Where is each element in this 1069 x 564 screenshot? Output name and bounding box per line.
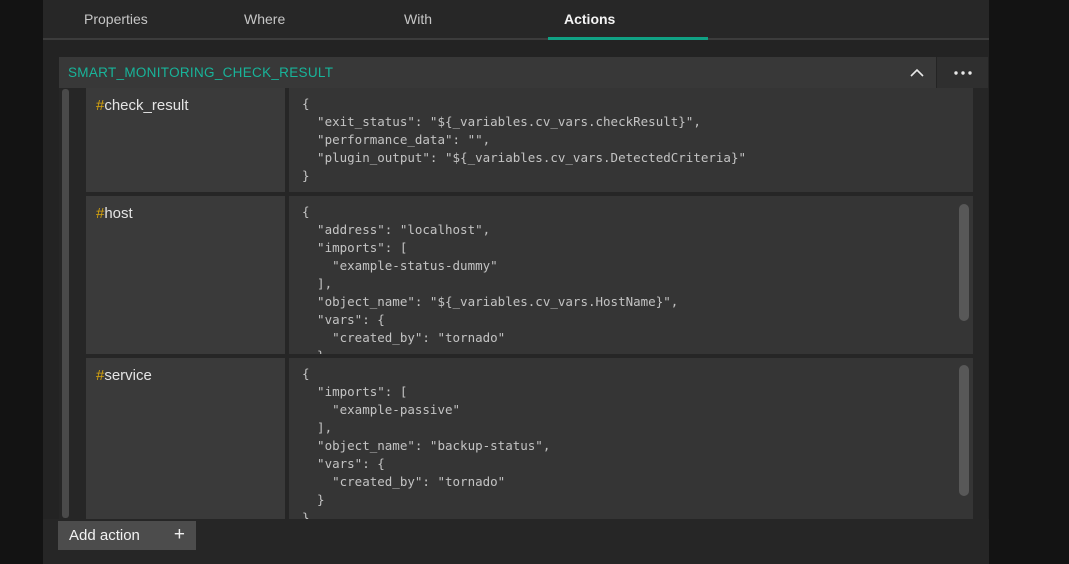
chevron-up-icon (909, 68, 925, 78)
collapse-button[interactable] (898, 57, 936, 88)
tab-with-label: With (404, 11, 432, 27)
tab-properties-label: Properties (84, 11, 148, 27)
json-code: { "address": "localhost", "imports": [ "… (302, 203, 949, 354)
action-row-service: #service { "imports": [ "example-passive… (86, 358, 973, 519)
tab-with[interactable]: With (388, 0, 548, 38)
json-editor-check-result[interactable]: { "exit_status": "${_variables.cv_vars.c… (289, 88, 973, 192)
tab-actions[interactable]: Actions (548, 0, 708, 38)
tab-properties[interactable]: Properties (68, 0, 228, 38)
action-row-check-result: #check_result { "exit_status": "${_varia… (86, 88, 973, 192)
field-name: service (104, 367, 152, 384)
add-action-label: Add action (69, 527, 140, 544)
field-label-check-result: #check_result (86, 88, 285, 192)
field-name: host (104, 205, 132, 222)
overflow-menu-button[interactable] (937, 57, 988, 88)
action-card-header: SMART_MONITORING_CHECK_RESULT (59, 57, 988, 88)
tab-bar: Properties Where With Actions (43, 0, 989, 40)
code-scrollbar[interactable] (959, 204, 969, 321)
code-scrollbar[interactable] (959, 365, 969, 496)
screen: Properties Where With Actions SMART_MONI… (0, 0, 1069, 564)
action-card: SMART_MONITORING_CHECK_RESULT (59, 57, 988, 519)
actions-footer: Add action + (43, 519, 989, 564)
action-rows: #check_result { "exit_status": "${_varia… (86, 88, 973, 519)
action-rows-container: #check_result { "exit_status": "${_varia… (59, 88, 988, 519)
ellipsis-icon (954, 71, 972, 75)
field-label-service: #service (86, 358, 285, 519)
action-card-title: SMART_MONITORING_CHECK_RESULT (59, 65, 333, 80)
tab-where-label: Where (244, 11, 285, 27)
json-editor-host[interactable]: { "address": "localhost", "imports": [ "… (289, 196, 973, 354)
json-code: { "imports": [ "example-passive" ], "obj… (302, 365, 949, 519)
add-action-button[interactable]: Add action + (58, 521, 196, 550)
field-name: check_result (104, 97, 188, 114)
json-code: { "exit_status": "${_variables.cv_vars.c… (302, 95, 949, 185)
json-editor-service[interactable]: { "imports": [ "example-passive" ], "obj… (289, 358, 973, 519)
tab-actions-label: Actions (564, 11, 615, 27)
tab-where[interactable]: Where (228, 0, 388, 38)
actions-vertical-scrollbar[interactable] (62, 89, 69, 518)
main-content: Properties Where With Actions SMART_MONI… (43, 0, 989, 564)
action-row-host: #host { "address": "localhost", "imports… (86, 196, 973, 354)
field-label-host: #host (86, 196, 285, 354)
plus-icon: + (174, 525, 185, 544)
